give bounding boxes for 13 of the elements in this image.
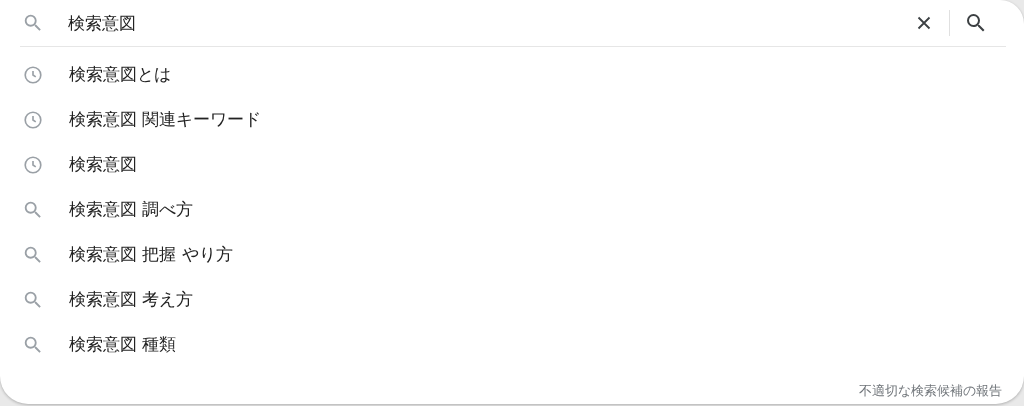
suggestion-item[interactable]: 検索意図 把握 やり方: [0, 232, 1024, 277]
suggestion-item[interactable]: 検索意図: [0, 142, 1024, 187]
suggestion-item[interactable]: 検索意図 種類: [0, 322, 1024, 367]
clock-icon: [22, 108, 44, 131]
clock-icon: [22, 63, 44, 86]
suggestion-item[interactable]: 検索意図 考え方: [0, 277, 1024, 322]
suggestion-item[interactable]: 検索意図とは: [0, 52, 1024, 97]
search-field[interactable]: 検索意図: [68, 11, 909, 35]
suggestion-item[interactable]: 検索意図 関連キーワード: [0, 97, 1024, 142]
clock-icon: [22, 153, 44, 176]
search-icon: [22, 12, 44, 34]
suggestion-item[interactable]: 検索意図 調べ方: [0, 187, 1024, 232]
report-link[interactable]: 不適切な検索候補の報告: [859, 382, 1002, 400]
